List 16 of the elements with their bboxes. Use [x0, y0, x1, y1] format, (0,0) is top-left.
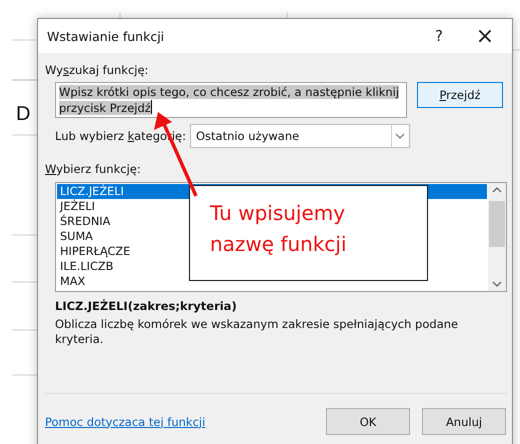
cell-text: D	[16, 103, 30, 126]
scrollbar[interactable]	[488, 183, 506, 291]
cancel-button[interactable]: Anuluj	[422, 408, 506, 435]
search-label: Wyszukaj funkcję:	[45, 63, 150, 77]
close-button[interactable]: ×	[462, 19, 508, 53]
ok-button[interactable]: OK	[326, 408, 410, 435]
search-field[interactable]: Wpisz krótki opis tego, co chcesz zrobić, a następnie kliknij przycisk Przejdź	[55, 82, 407, 118]
function-description: Oblicza liczbę komórek we wskazanym zakresie spełniających podane kryteria.	[55, 317, 460, 347]
help-button[interactable]: ?	[416, 19, 462, 53]
category-dropdown[interactable]: Ostatnio używane	[190, 124, 410, 148]
function-list-label: Wybierz funkcję:	[45, 162, 142, 176]
window-title: Wstawianie funkcji	[47, 28, 166, 44]
go-button[interactable]: Przejdź	[417, 82, 503, 108]
callout-text: Tu wpisujemy nazwę funkcji	[210, 201, 347, 256]
help-link[interactable]: Pomoc dotyczaca tej funkcji	[45, 414, 314, 428]
function-signature: LICZ.JEŻELI(zakres;kryteria)	[55, 299, 238, 313]
